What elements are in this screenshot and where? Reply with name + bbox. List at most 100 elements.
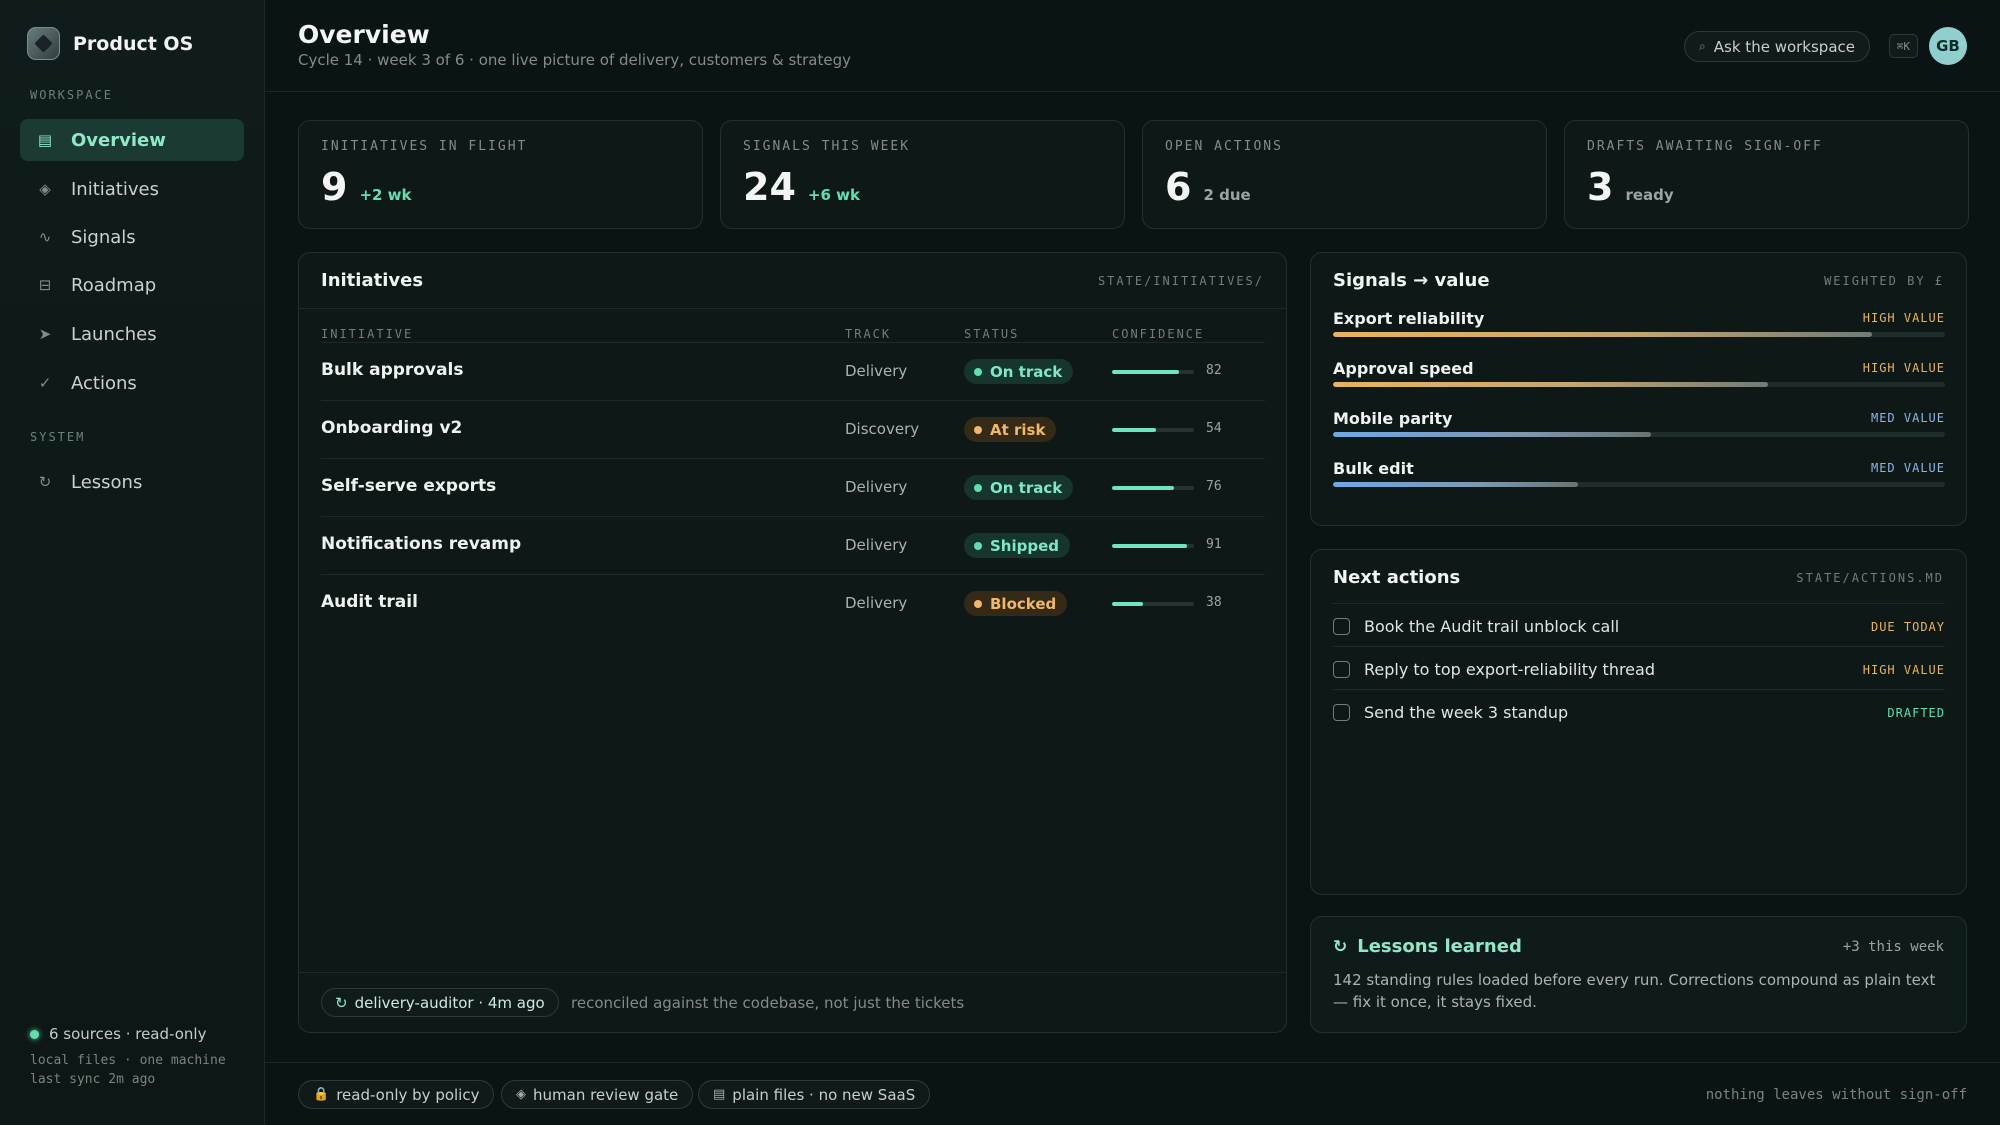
kpi-initiatives-in-flight: INITIATIVES IN FLIGHT 9 +2 wk xyxy=(298,120,703,229)
sidebar-footer: 6 sources · read-only local files · one … xyxy=(30,1025,226,1089)
sync-meta: local files · one machine last sync 2m a… xyxy=(30,1051,226,1089)
sidebar-item-label: Initiatives xyxy=(71,178,159,200)
read-only-chip[interactable]: 🔒 read-only by policy xyxy=(298,1080,495,1109)
signal-name: Approval speed xyxy=(1333,359,1474,378)
loop-icon: ↻ xyxy=(335,993,348,1012)
chip-label: plain files · no new SaaS xyxy=(732,1085,916,1104)
sidebar-item-label: Signals xyxy=(71,226,136,248)
machine-label: local files · one machine xyxy=(30,1053,226,1068)
auditor-note: reconciled against the codebase, not jus… xyxy=(571,994,965,1012)
column-header-initiative[interactable]: INITIATIVE xyxy=(321,327,413,341)
action-text: Book the Audit trail unblock call xyxy=(1364,617,1620,636)
ask-workspace-button[interactable]: ⌕ Ask the workspace xyxy=(1684,31,1870,62)
kpi-label: SIGNALS THIS WEEK xyxy=(743,139,911,154)
sources-label: 6 sources · read-only xyxy=(49,1025,207,1043)
initiative-name: Notifications revamp xyxy=(321,534,522,554)
avatar[interactable]: GB xyxy=(1929,27,1967,65)
signals-panel: Signals → value WEIGHTED BY £ Export rel… xyxy=(1310,252,1967,526)
column-header-status[interactable]: STATUS xyxy=(964,327,1019,341)
sidebar-item-label: Overview xyxy=(71,129,166,151)
kpi-signals-this-week: SIGNALS THIS WEEK 24 +6 wk xyxy=(720,120,1125,229)
lessons-panel[interactable]: ↻ Lessons learned +3 this week 142 stand… xyxy=(1310,916,1967,1033)
column-header-confidence[interactable]: CONFIDENCE xyxy=(1112,327,1204,341)
confidence-value: 76 xyxy=(1206,479,1222,494)
sidebar-item-actions[interactable]: ✓ Actions xyxy=(20,362,244,404)
review-gate-chip[interactable]: ◈ human review gate xyxy=(501,1080,694,1109)
auditor-chip[interactable]: ↻ delivery-auditor · 4m ago xyxy=(321,988,559,1017)
status-badge: Shipped xyxy=(964,533,1071,558)
status-badge: On track xyxy=(964,359,1074,384)
initiatives-path[interactable]: STATE/INITIATIVES/ xyxy=(1098,274,1264,288)
kpi-value: 3 xyxy=(1587,165,1614,209)
table-row[interactable]: Onboarding v2 Discovery At risk 54 xyxy=(321,401,1265,459)
brand-name: Product OS xyxy=(73,32,194,55)
kpi-open-actions: OPEN ACTIONS 6 2 due xyxy=(1142,120,1547,229)
sidebar-item-roadmap[interactable]: ⊟ Roadmap xyxy=(20,264,244,306)
brand[interactable]: Product OS xyxy=(27,27,193,60)
table-row[interactable]: Self-serve exports Delivery On track 76 xyxy=(321,459,1265,517)
search-icon: ⌕ xyxy=(1699,39,1706,53)
confidence-value: 91 xyxy=(1206,537,1222,552)
signals-title: Signals → value xyxy=(1333,270,1490,291)
value-badge: HIGH VALUE xyxy=(1862,361,1945,375)
sidebar-item-overview[interactable]: ▤ Overview xyxy=(20,119,244,161)
shortcut-hint: ⌘K xyxy=(1888,34,1918,58)
signal-name: Bulk edit xyxy=(1333,459,1414,478)
initiative-name: Onboarding v2 xyxy=(321,418,463,438)
confidence-value: 38 xyxy=(1206,595,1222,610)
action-checkbox[interactable] xyxy=(1333,618,1350,635)
action-checkbox[interactable] xyxy=(1333,661,1350,678)
action-item[interactable]: Reply to top export-reliability thread H… xyxy=(1333,646,1945,689)
sidebar-item-lessons[interactable]: ↻ Lessons xyxy=(20,461,244,503)
initiative-track: Delivery xyxy=(845,362,908,380)
table-row[interactable]: Bulk approvals Delivery On track 82 xyxy=(321,343,1265,401)
kpi-label: DRAFTS AWAITING SIGN-OFF xyxy=(1587,139,1823,154)
plain-files-chip[interactable]: ▤ plain files · no new SaaS xyxy=(698,1080,931,1109)
kpi-value: 24 xyxy=(743,165,796,209)
kpi-drafts-awaiting-sign-off: DRAFTS AWAITING SIGN-OFF 3 ready xyxy=(1564,120,1969,229)
sidebar-item-label: Lessons xyxy=(71,471,143,493)
bottom-bar: 🔒 read-only by policy ◈ human review gat… xyxy=(265,1062,2000,1125)
initiative-track: Delivery xyxy=(845,594,908,612)
action-item[interactable]: Book the Audit trail unblock call DUE TO… xyxy=(1333,603,1945,646)
confidence-bar xyxy=(1112,544,1194,548)
diamond-icon: ◈ xyxy=(39,180,51,198)
status-badge: At risk xyxy=(964,417,1057,442)
actions-path[interactable]: STATE/ACTIONS.MD xyxy=(1796,571,1944,585)
status-badge: On track xyxy=(964,475,1074,500)
signals-weighting: WEIGHTED BY £ xyxy=(1824,274,1944,288)
initiative-track: Delivery xyxy=(845,478,908,496)
sidebar: Product OS WORKSPACE ▤ Overview ◈ Initia… xyxy=(0,0,265,1125)
diamond-icon: ◈ xyxy=(516,1087,526,1102)
next-actions-panel: Next actions STATE/ACTIONS.MD Book the A… xyxy=(1310,549,1967,895)
action-item[interactable]: Send the week 3 standup DRAFTED xyxy=(1333,689,1945,732)
signal-value-bar xyxy=(1333,432,1945,437)
table-row[interactable]: Notifications revamp Delivery Shipped 91 xyxy=(321,517,1265,575)
top-header: Overview Cycle 14 · week 3 of 6 · one li… xyxy=(265,0,2000,92)
action-checkbox[interactable] xyxy=(1333,704,1350,721)
sidebar-item-label: Roadmap xyxy=(71,274,157,296)
value-badge: MED VALUE xyxy=(1870,461,1945,475)
initiative-name: Audit trail xyxy=(321,592,418,612)
send-icon: ➤ xyxy=(38,325,52,343)
value-badge: MED VALUE xyxy=(1870,411,1945,425)
confidence-bar xyxy=(1112,370,1194,374)
actions-title: Next actions xyxy=(1333,567,1461,588)
sidebar-item-signals[interactable]: ∿ Signals xyxy=(20,216,244,258)
table-row[interactable]: Audit trail Delivery Blocked 38 xyxy=(321,575,1265,633)
signal-value-bar xyxy=(1333,482,1945,487)
kpi-label: OPEN ACTIONS xyxy=(1165,139,1283,154)
action-text: Send the week 3 standup xyxy=(1364,703,1569,722)
grid-icon: ▤ xyxy=(37,131,53,149)
column-header-track[interactable]: TRACK xyxy=(845,327,891,341)
sidebar-item-initiatives[interactable]: ◈ Initiatives xyxy=(20,168,244,210)
lessons-title: ↻ Lessons learned xyxy=(1333,936,1522,957)
check-icon: ✓ xyxy=(38,374,52,392)
ask-workspace-label: Ask the workspace xyxy=(1713,37,1855,56)
confidence-bar xyxy=(1112,486,1194,490)
initiatives-title: Initiatives xyxy=(321,270,424,291)
workspace-section-label: WORKSPACE xyxy=(30,88,114,102)
page-title: Overview xyxy=(298,20,430,49)
sidebar-item-launches[interactable]: ➤ Launches xyxy=(20,313,244,355)
confidence-value: 54 xyxy=(1206,421,1222,436)
